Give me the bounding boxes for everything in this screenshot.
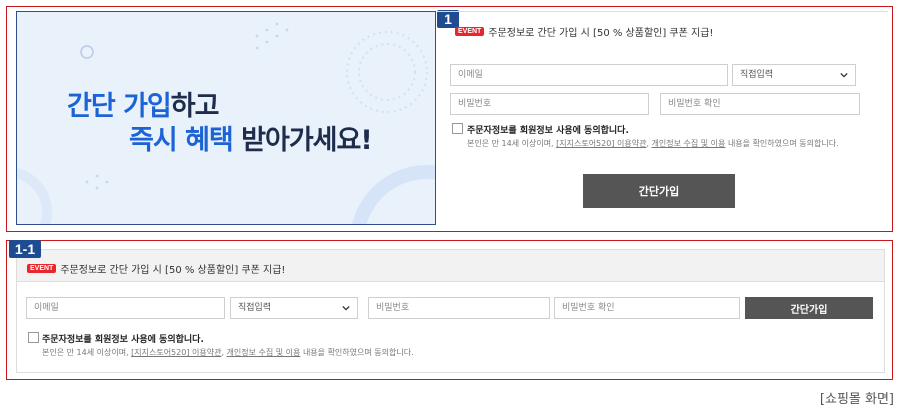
signup-button[interactable]: 간단가입: [745, 297, 873, 319]
privacy-link[interactable]: 개인정보 수집 및 이용: [227, 348, 301, 357]
agree-text: 본인은 만 14세 이상이며,: [467, 139, 557, 148]
agree-block: 주문자정보를 회원정보 사용에 동의합니다. 본인은 만 14세 이상이며, […: [42, 332, 642, 359]
event-header: EVENT 주문정보로 간단 가입 시 [50 % 상품할인] 쿠폰 지급!: [17, 250, 884, 282]
screen-caption: [쇼핑몰 화면]: [819, 392, 894, 407]
privacy-link[interactable]: 개인정보 수집 및 이용: [652, 139, 726, 148]
email-domain-select[interactable]: 직접입력: [732, 64, 856, 86]
event-tag: EVENT: [27, 264, 57, 273]
password-confirm-field[interactable]: [660, 93, 860, 115]
event-text: 주문정보로 간단 가입 시 [50 % 상품할인] 쿠폰 지급!: [60, 265, 286, 276]
email-field[interactable]: [450, 64, 728, 86]
select-value: 직접입력: [740, 70, 774, 80]
agree-title: 주문자정보를 회원정보 사용에 동의합니다.: [42, 335, 204, 345]
agree-title: 주문자정보를 회원정보 사용에 동의합니다.: [467, 126, 629, 136]
event-notice: EVENT 주문정보로 간단 가입 시 [50 % 상품할인] 쿠폰 지급!: [27, 261, 285, 276]
agree-block: 주문자정보를 회원정보 사용에 동의합니다. 본인은 만 14세 이상이며, […: [467, 123, 867, 150]
password-confirm-field[interactable]: [554, 297, 740, 319]
headline-part: 즉시 혜택: [129, 125, 234, 156]
signup-panel: EVENT 주문정보로 간단 가입 시 [50 % 상품할인] 쿠폰 지급! 직…: [437, 11, 888, 225]
headline-part: 간단 가입: [67, 91, 172, 122]
headline-part: 하고: [170, 91, 220, 122]
email-domain-select[interactable]: 직접입력: [230, 297, 358, 319]
agree-text: 내용을 확인하였으며 동의합니다.: [300, 348, 414, 357]
agree-description: 본인은 만 14세 이상이며, [지지스토어520] 이용약관, 개인정보 수집…: [467, 138, 867, 150]
terms-link[interactable]: [지지스토어520] 이용약관: [556, 139, 646, 148]
password-field[interactable]: [368, 297, 550, 319]
step-badge: 1-1: [9, 240, 41, 258]
terms-link[interactable]: [지지스토어520] 이용약관: [131, 348, 221, 357]
agree-checkbox[interactable]: [28, 332, 39, 343]
event-tag: EVENT: [455, 27, 485, 36]
email-field[interactable]: [26, 297, 225, 319]
headline-part: 받아가세요!: [232, 125, 373, 156]
signup-variant-1: 간단 가입하고 즉시 혜택 받아가세요! 1 EVENT 주문정보로 간단 가입…: [6, 6, 893, 232]
banner-headline: 간단 가입하고 즉시 혜택 받아가세요!: [67, 90, 373, 158]
agree-checkbox[interactable]: [452, 123, 463, 134]
select-value: 직접입력: [238, 303, 272, 313]
chevron-down-icon: [342, 305, 350, 311]
event-notice: EVENT 주문정보로 간단 가입 시 [50 % 상품할인] 쿠폰 지급!: [455, 24, 713, 39]
promo-banner: 간단 가입하고 즉시 혜택 받아가세요!: [16, 11, 436, 225]
password-field[interactable]: [450, 93, 649, 115]
chevron-down-icon: [840, 72, 848, 78]
event-text: 주문정보로 간단 가입 시 [50 % 상품할인] 쿠폰 지급!: [488, 28, 714, 39]
agree-text: 내용을 확인하였으며 동의합니다.: [725, 139, 839, 148]
agree-description: 본인은 만 14세 이상이며, [지지스토어520] 이용약관, 개인정보 수집…: [42, 347, 642, 359]
agree-text: 본인은 만 14세 이상이며,: [42, 348, 132, 357]
signup-variant-1-1: EVENT 주문정보로 간단 가입 시 [50 % 상품할인] 쿠폰 지급! 직…: [6, 240, 893, 380]
signup-button[interactable]: 간단가입: [583, 174, 735, 208]
signup-bar: EVENT 주문정보로 간단 가입 시 [50 % 상품할인] 쿠폰 지급! 직…: [16, 249, 885, 373]
